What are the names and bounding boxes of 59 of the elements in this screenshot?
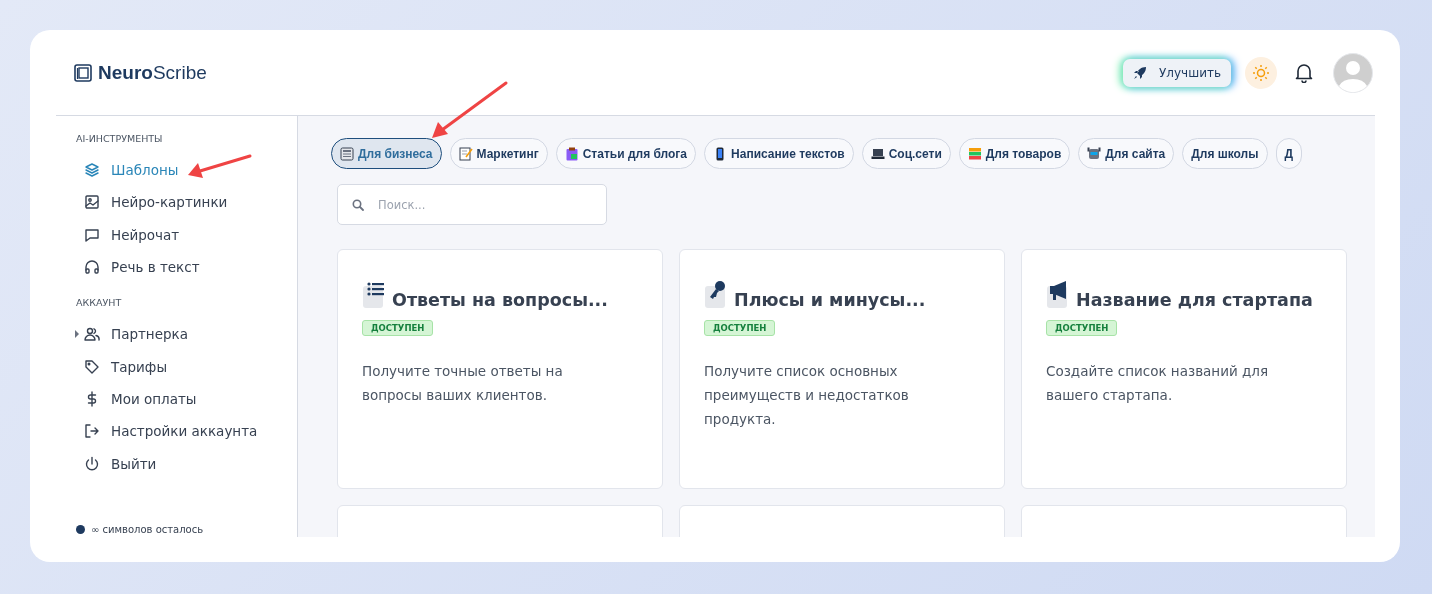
status-badge: ДОСТУПЕН (362, 320, 434, 336)
status-dot-icon (76, 525, 85, 534)
annotation-arrow (186, 153, 254, 179)
category-chip[interactable]: Для школы (1182, 138, 1268, 169)
picture-icon (84, 194, 100, 211)
clipboard-icon (564, 146, 579, 161)
symbols-left-text: ∞ символов осталось (91, 524, 204, 535)
category-chip[interactable]: Для бизнеса (331, 138, 442, 169)
laptop-icon (870, 146, 885, 161)
status-badge: ДОСТУПЕН (704, 320, 776, 336)
status-badge: ДОСТУПЕН (1046, 320, 1118, 336)
card-description: Получите точные ответы на вопросы ваших клиентов. (362, 362, 564, 405)
robot-icon (1087, 146, 1102, 161)
card-description: Создайте список названий для вашего стартапа. (1046, 362, 1270, 405)
sidebar-item[interactable]: Выйти (76, 447, 297, 480)
tag-icon (84, 358, 100, 375)
layers-icon (84, 162, 100, 179)
template-card[interactable]: Плюсы и минусы... ДОСТУПЕН Получите список основных преимуществ и недостатков продукта. (679, 249, 1005, 489)
card-description: Получите список основных преимуществ и недостатков продукта. (704, 362, 910, 429)
card-title: Ответы на вопросы... (392, 290, 608, 310)
search-field[interactable]: Поиск... (337, 184, 607, 225)
category-chip[interactable]: Соц.сети (861, 138, 951, 169)
search-icon (352, 199, 364, 211)
headphones-icon (84, 259, 100, 276)
section-heading: AI-ИНСТРУМЕНТЫ (76, 133, 164, 144)
rocket-icon (1133, 65, 1147, 80)
logo-text[interactable]: NeuroScribe (98, 61, 207, 84)
caret-icon[interactable] (74, 330, 80, 339)
sun-icon (1252, 63, 1270, 82)
notepad-icon (458, 146, 473, 161)
card-title: Плюсы и минусы... (734, 290, 926, 310)
sidebar-item[interactable]: Нейрочат (76, 218, 297, 251)
sidebar-item[interactable]: Тарифы (76, 350, 297, 383)
template-card[interactable]: Название для стартапа ДОСТУПЕН Создайте список названий для вашего стартапа. (1021, 249, 1347, 489)
power-icon (84, 455, 100, 472)
sidebar-item[interactable]: Речь в текст (76, 250, 297, 284)
upgrade-button[interactable]: Улучшить (1123, 58, 1231, 87)
people-icon (84, 326, 100, 343)
exit-icon (84, 423, 100, 440)
newspaper-icon (340, 146, 354, 161)
sidebar-item[interactable]: Партнерка (76, 318, 297, 351)
logo-icon (74, 63, 92, 82)
section-heading: АККАУНТ (76, 297, 123, 309)
sidebar-item[interactable]: Нейро-картинки (76, 186, 297, 219)
template-card[interactable]: Ответы на вопросы... ДОСТУПЕН Получите точные ответы на вопросы ваших клиентов. (337, 249, 663, 489)
sidebar-item[interactable]: Настройки аккаунта (76, 415, 297, 448)
category-chip[interactable]: Для сайта (1078, 138, 1175, 169)
bell-icon[interactable] (1295, 62, 1313, 83)
books-icon (967, 146, 982, 161)
card-title: Название для стартапа (1076, 290, 1313, 310)
category-chip[interactable]: Для товаров (958, 138, 1071, 169)
category-chip[interactable]: Маркетинг (449, 138, 548, 169)
sidebar-item[interactable]: Мои оплаты (76, 382, 297, 416)
category-chip[interactable]: Написание текстов (704, 138, 854, 169)
category-chip[interactable]: Статьи для блога (555, 138, 697, 169)
category-chip[interactable]: Д (1275, 138, 1303, 169)
chat-bubble-icon (84, 226, 100, 243)
theme-toggle-button[interactable] (1245, 56, 1277, 89)
sidebar-item[interactable]: Шаблоны (76, 154, 297, 187)
